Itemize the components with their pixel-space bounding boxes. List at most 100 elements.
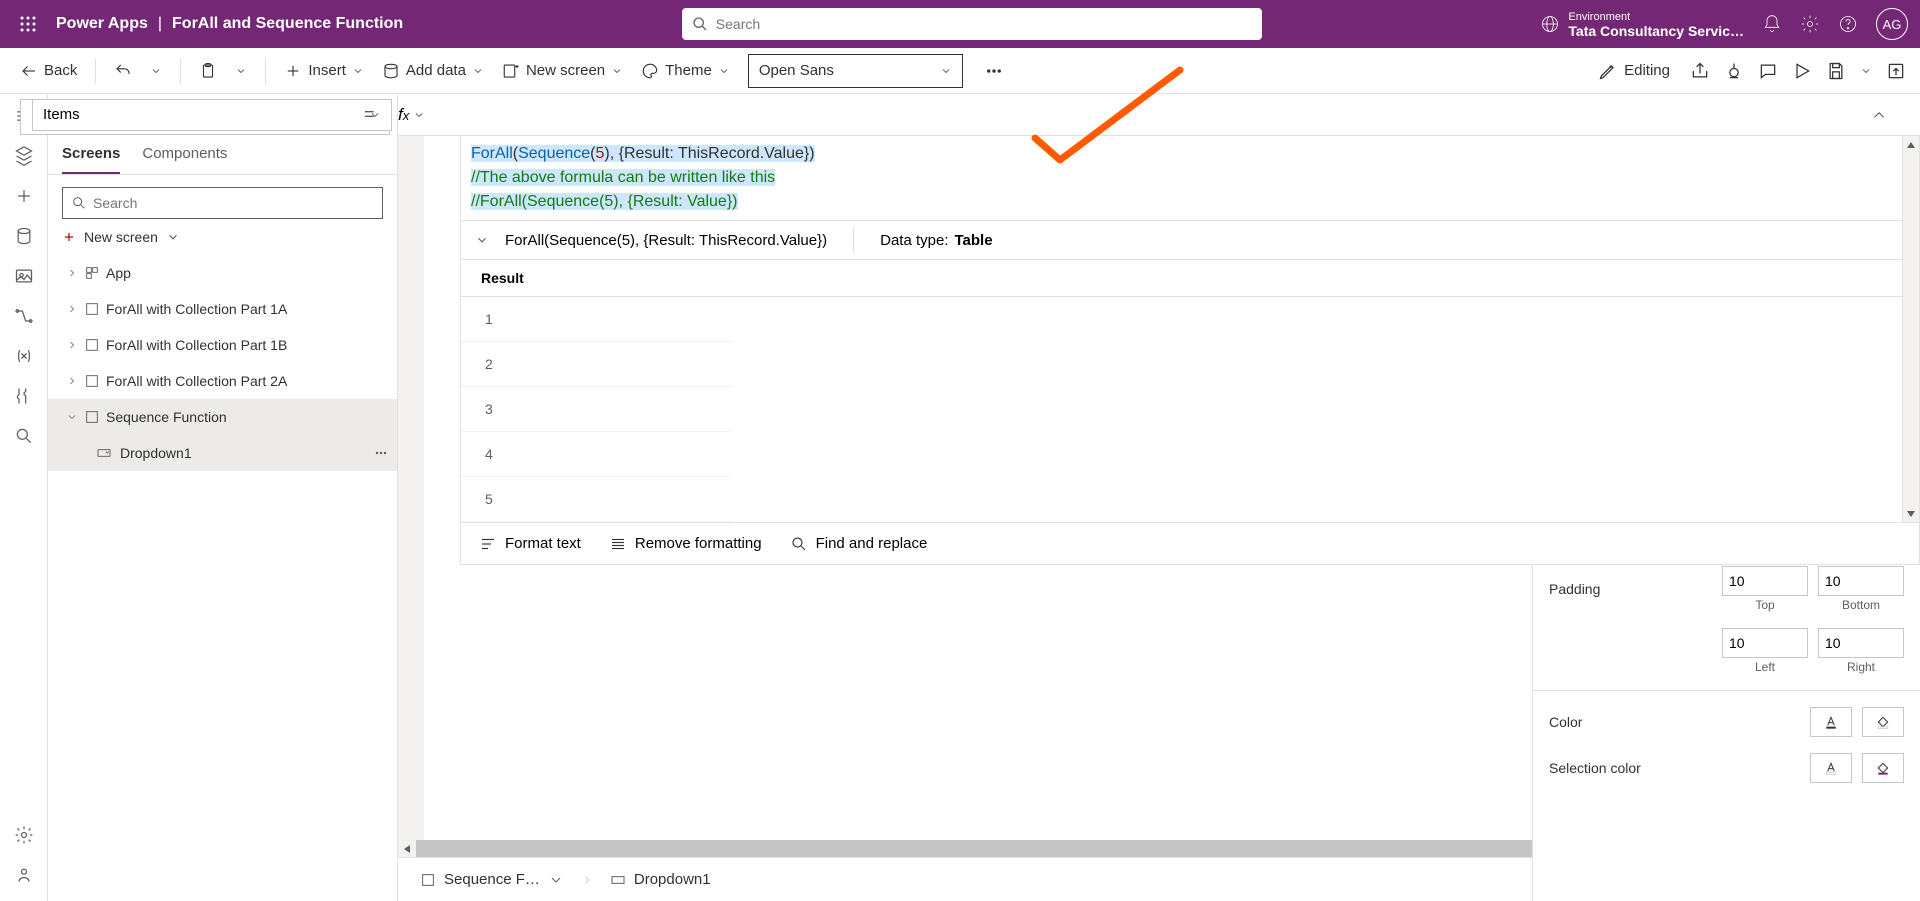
gear-icon[interactable] <box>1800 14 1820 34</box>
undo-icon <box>114 62 132 80</box>
database-icon[interactable] <box>14 226 34 246</box>
padding-left-input[interactable] <box>1722 628 1808 658</box>
command-bar: Back Insert Add data New screen Theme Op… <box>0 48 1920 94</box>
remove-formatting-button[interactable]: Remove formatting <box>609 535 762 553</box>
global-search-input[interactable] <box>716 16 1252 32</box>
paste-button[interactable] <box>193 58 223 84</box>
chevron-right-icon <box>66 375 78 387</box>
editing-mode-button[interactable]: Editing <box>1592 57 1676 85</box>
tree-item-app[interactable]: App <box>48 255 397 291</box>
media-icon[interactable] <box>14 266 34 286</box>
tab-screens[interactable]: Screens <box>62 145 120 174</box>
selection-font-color-button[interactable] <box>1810 753 1852 783</box>
tree-search[interactable] <box>62 187 383 219</box>
search-icon[interactable] <box>14 426 34 446</box>
document-title[interactable]: ForAll and Sequence Function <box>172 15 403 33</box>
format-text-button[interactable]: Format text <box>479 535 581 553</box>
new-screen-button[interactable]: New screen <box>48 219 397 255</box>
flow-icon[interactable] <box>14 306 34 326</box>
tree-item-sequence[interactable]: Sequence Function <box>48 399 397 435</box>
chevron-down-icon <box>413 109 425 121</box>
breadcrumb-control[interactable]: Dropdown1 <box>604 867 717 892</box>
tree-view-panel: Tree view Screens Components New screen … <box>48 94 398 901</box>
variable-icon[interactable] <box>14 346 34 366</box>
chevron-down-icon[interactable] <box>475 233 489 247</box>
user-avatar[interactable]: AG <box>1876 8 1908 40</box>
more-horizontal-icon[interactable] <box>373 445 389 461</box>
tab-components[interactable]: Components <box>142 145 227 174</box>
formula-editor[interactable]: ForAll(Sequence(5), {Result: ThisRecord.… <box>461 136 1919 220</box>
breadcrumb-label: Dropdown1 <box>634 871 711 888</box>
globe-icon <box>1540 14 1560 34</box>
result-row[interactable]: 5 <box>461 477 731 522</box>
result-row[interactable]: 4 <box>461 432 731 477</box>
undo-button[interactable] <box>108 58 138 84</box>
global-search[interactable] <box>682 8 1262 40</box>
insert-button[interactable]: Insert <box>278 58 370 84</box>
font-color-icon <box>1823 714 1839 730</box>
tree-item-screen-1a[interactable]: ForAll with Collection Part 1A <box>48 291 397 327</box>
formula-bar: Items = fx <box>398 94 1920 136</box>
padding-bottom-input[interactable] <box>1818 566 1904 596</box>
padding-top-input[interactable] <box>1722 566 1808 596</box>
tree-view-icon[interactable] <box>14 146 34 166</box>
tools-icon[interactable] <box>14 386 34 406</box>
chevron-down-icon <box>352 65 364 77</box>
tree-search-input[interactable] <box>93 195 374 211</box>
plus-icon <box>62 230 76 244</box>
breadcrumb-screen[interactable]: Sequence F… <box>414 867 570 892</box>
product-name[interactable]: Power Apps <box>56 15 148 33</box>
environment-picker[interactable]: Environment Tata Consultancy Servic… <box>1540 10 1744 38</box>
share-icon[interactable] <box>1690 61 1710 81</box>
theme-button[interactable]: Theme <box>635 58 736 84</box>
gear-icon[interactable] <box>14 825 34 845</box>
agent-icon[interactable] <box>14 865 34 885</box>
back-button[interactable]: Back <box>14 58 83 84</box>
padding-right-input[interactable] <box>1818 628 1904 658</box>
result-row[interactable]: 3 <box>461 387 731 432</box>
fx-button[interactable]: fx <box>398 105 425 125</box>
palette-icon <box>641 62 659 80</box>
result-row[interactable]: 1 <box>461 297 731 342</box>
chevron-down-icon <box>472 65 484 77</box>
help-icon[interactable] <box>1838 14 1858 34</box>
tree-item-screen-2a[interactable]: ForAll with Collection Part 2A <box>48 363 397 399</box>
search-icon <box>71 195 87 211</box>
remove-formatting-label: Remove formatting <box>635 535 762 552</box>
chevron-down-icon <box>66 411 78 423</box>
add-data-button[interactable]: Add data <box>376 58 490 84</box>
selection-color-label: Selection color <box>1549 760 1679 776</box>
scrollbar-thumb[interactable] <box>416 840 1575 857</box>
formula-comment: //ForAll(Sequence(5), {Result: Value}) <box>471 193 738 210</box>
app-launcher-button[interactable] <box>12 8 44 40</box>
new-screen-button[interactable]: New screen <box>496 58 629 84</box>
font-color-button[interactable] <box>1810 707 1852 737</box>
play-icon[interactable] <box>1792 61 1812 81</box>
chevron-up-icon[interactable] <box>1870 106 1888 124</box>
format-icon <box>479 535 497 553</box>
separator <box>180 58 181 84</box>
overflow-button[interactable] <box>979 58 1009 84</box>
find-replace-button[interactable]: Find and replace <box>790 535 928 553</box>
comment-icon[interactable] <box>1758 61 1778 81</box>
checker-icon[interactable] <box>1724 61 1744 81</box>
app-icon <box>84 265 100 281</box>
vertical-scrollbar[interactable] <box>1902 136 1919 522</box>
plus-icon[interactable] <box>14 186 34 206</box>
bell-icon[interactable] <box>1762 14 1782 34</box>
chevron-right-icon <box>66 267 78 279</box>
property-dropdown[interactable]: Items <box>32 99 392 131</box>
save-icon[interactable] <box>1826 61 1846 81</box>
fill-color-button[interactable] <box>1862 707 1904 737</box>
font-dropdown[interactable]: Open Sans <box>748 54 963 88</box>
header-right: Environment Tata Consultancy Servic… AG <box>1540 8 1908 40</box>
find-replace-label: Find and replace <box>816 535 928 552</box>
publish-icon[interactable] <box>1886 61 1906 81</box>
tree-item-screen-1b[interactable]: ForAll with Collection Part 1B <box>48 327 397 363</box>
tree-item-dropdown1[interactable]: Dropdown1 <box>48 435 397 471</box>
undo-menu[interactable] <box>144 61 168 81</box>
chevron-down-icon[interactable] <box>1860 65 1872 77</box>
paste-menu[interactable] <box>229 61 253 81</box>
result-row[interactable]: 2 <box>461 342 731 387</box>
selection-fill-color-button[interactable] <box>1862 753 1904 783</box>
